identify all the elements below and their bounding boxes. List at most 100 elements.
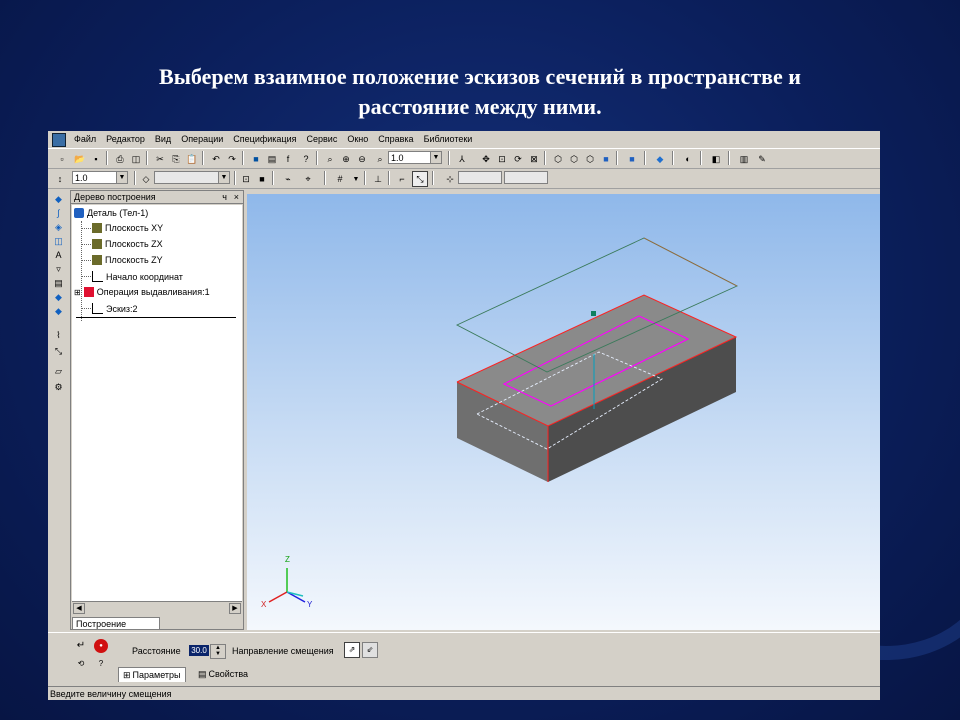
scale-combo[interactable]: 1.0 ▼ [388,151,442,164]
undo-icon[interactable]: ↶ [208,151,224,167]
tab-properties[interactable]: ▤ Свойства [194,667,252,681]
coordinate-system-icon[interactable]: ⊥ [370,171,386,187]
scroll-left-icon[interactable]: ◀ [73,603,85,614]
ortho-icon[interactable]: ⌐ [394,171,410,187]
thin-lines-icon[interactable]: ⬡ [582,151,598,167]
menu-help[interactable]: Справка [378,134,413,144]
tree-item-plane-zy[interactable]: Плоскость ZY [92,255,163,265]
assembly-icon[interactable]: ⚙ [52,382,65,395]
menu-service[interactable]: Сервис [307,134,338,144]
new-file-icon[interactable]: ▫ [54,151,70,167]
app-icon[interactable] [52,133,66,147]
section-icon[interactable]: ◐ [680,151,696,167]
pin-icon[interactable]: ч [222,191,227,204]
copy-icon[interactable]: ⎘ [168,151,184,167]
forward-direction-icon[interactable]: ⇗ [344,642,360,658]
paste-icon[interactable]: 📋 [184,151,200,167]
curves-icon[interactable]: ∫ [52,208,65,221]
menu-specification[interactable]: Спецификация [233,134,296,144]
grid-dropdown-icon[interactable]: ▼ [348,171,364,187]
spec-icon[interactable]: ◆ [52,292,65,305]
help-icon[interactable]: ? [94,657,108,671]
chevron-down-icon[interactable]: ▼ [116,172,127,183]
shaded-edges-icon[interactable]: ◆ [652,151,668,167]
step-combo[interactable]: 1.0 ▼ [72,171,128,184]
reverse-direction-icon[interactable]: ⇙ [362,642,378,658]
geometry-icon[interactable]: ◆ [52,194,65,207]
stop-icon[interactable]: ● [94,639,108,653]
scroll-right-icon[interactable]: ▶ [229,603,241,614]
save-icon[interactable]: ▪ [88,151,104,167]
open-file-icon[interactable]: 📂 [72,151,88,167]
tree-root[interactable]: Деталь (Тел-1) [74,208,148,218]
shaded-icon[interactable]: ■ [598,151,614,167]
menu-libraries[interactable]: Библиотеки [424,134,473,144]
create-object-icon[interactable]: ↵ [74,639,88,653]
tab-parameters[interactable]: ⊞ Параметры [118,667,186,682]
preview-icon[interactable]: ◫ [128,151,144,167]
distance-input[interactable]: 30.0 [189,645,209,656]
print-icon[interactable]: ⎙ [112,151,128,167]
model-viewport[interactable]: Z X Y [247,194,880,630]
construct-icon[interactable]: ⤡ [52,346,65,359]
expand-icon[interactable]: ⊞ [74,288,81,297]
layer-icon[interactable]: ◇ [138,171,154,187]
redraw-icon[interactable]: ⊠ [526,151,542,167]
help-pointer-icon[interactable]: ? [298,151,314,167]
show-all-icon[interactable]: ⊡ [494,151,510,167]
hidden-lines-icon[interactable]: ⬡ [566,151,582,167]
menu-edit[interactable]: Редактор [106,134,145,144]
surfaces-icon[interactable]: ▱ [52,366,65,379]
edit-icon[interactable]: ◈ [52,222,65,235]
select-icon[interactable]: ▿ [52,264,65,277]
object-icon[interactable]: ⊡ [238,171,254,187]
sketch-icon[interactable]: ⌇ [52,330,65,343]
tree-hscrollbar[interactable]: ◀ ▶ [72,601,242,614]
menu-view[interactable]: Вид [155,134,171,144]
tree-item-origin[interactable]: Начало координат [92,271,183,282]
text-icon[interactable]: A [52,250,65,263]
round-icon[interactable]: ⤡ [412,171,428,187]
zoom-window-icon[interactable]: ⌕ [322,151,338,167]
distance-spinner[interactable]: ▲ ▼ [210,644,226,659]
pan-icon[interactable]: ✥ [478,151,494,167]
zoom-scale-icon[interactable]: ⌕ [372,151,388,167]
tab-construction[interactable]: Построение [72,617,160,630]
cut-icon[interactable]: ✂ [152,151,168,167]
redo-icon[interactable]: ↷ [224,151,240,167]
close-icon[interactable]: × [234,191,239,204]
formula-icon[interactable]: f [280,151,296,167]
local-snap-icon[interactable]: ⌖ [300,171,316,187]
zoom-in-icon[interactable]: ⊕ [338,151,354,167]
library-icon[interactable]: ▥ [736,151,752,167]
perspective-icon[interactable]: ■ [624,151,640,167]
y-coordinate-field[interactable] [504,171,548,184]
x-coordinate-field[interactable] [458,171,502,184]
auto-create-icon[interactable]: ⟲ [74,657,88,671]
filter-icon[interactable]: ▤ [264,151,280,167]
chevron-down-icon[interactable]: ▼ [218,172,229,183]
tree-item-sketch[interactable]: Эскиз:2 [92,303,138,314]
menu-file[interactable]: Файл [74,134,96,144]
parametric-icon[interactable]: ◆ [52,306,65,319]
tree-item-plane-zx[interactable]: Плоскость ZX [92,239,163,249]
zoom-out-icon[interactable]: ⊖ [354,151,370,167]
measure-icon[interactable]: ◧ [708,151,724,167]
solid-icon[interactable]: ■ [254,171,270,187]
wireframe-icon[interactable]: ⬡ [550,151,566,167]
dimensions-icon[interactable]: ◫ [52,236,65,249]
rotate-icon[interactable]: ⟳ [510,151,526,167]
menu-window[interactable]: Окно [347,134,368,144]
tools-icon[interactable]: ✎ [754,151,770,167]
snap-icon[interactable]: ⌁ [280,171,296,187]
layer-combo[interactable]: ▼ [154,171,230,184]
chevron-down-icon[interactable]: ▼ [430,152,441,163]
menu-operations[interactable]: Операции [181,134,223,144]
tree-item-plane-xy[interactable]: Плоскость XY [92,223,163,233]
offset-handle[interactable] [591,311,596,316]
orientation-icon[interactable]: ⅄ [454,151,470,167]
grid-icon[interactable]: # [332,171,348,187]
tree-item-extrusion[interactable]: ⊞ Операция выдавливания:1 [74,287,210,297]
manager-icon[interactable]: ■ [248,151,264,167]
measure-tool-icon[interactable]: ▤ [52,278,65,291]
